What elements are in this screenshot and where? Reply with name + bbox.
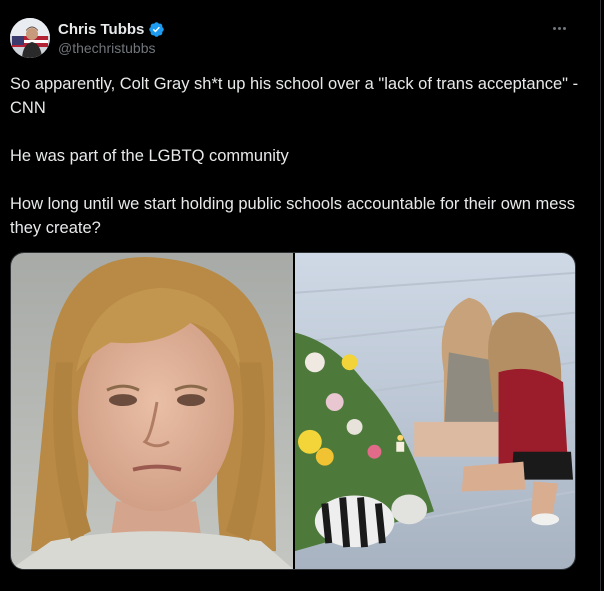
- tweet-paragraph: He was part of the LGBTQ community: [10, 147, 289, 165]
- dot-icon: [562, 26, 566, 30]
- author-handle[interactable]: @thechristubbs: [58, 40, 155, 56]
- memorial-photo-icon: [295, 253, 575, 569]
- mugshot-photo-icon: [11, 253, 293, 569]
- dot-icon: [552, 26, 556, 30]
- author-name-row: Chris Tubbs: [58, 19, 165, 39]
- tweet-body: So apparently, Colt Gray sh*t up his sch…: [10, 72, 585, 240]
- dot-icon: [557, 26, 561, 30]
- user-avatar-icon: [10, 18, 50, 58]
- verified-badge-icon: [148, 21, 165, 38]
- author-display-name[interactable]: Chris Tubbs: [58, 21, 144, 38]
- tweet-paragraph: How long until we start holding public s…: [10, 195, 575, 237]
- timeline-border: [600, 0, 601, 591]
- tweet-card[interactable]: Chris Tubbs @thechristubbs So apparently…: [0, 0, 600, 591]
- mugshot-photo[interactable]: [11, 253, 293, 569]
- tweet-paragraph: So apparently, Colt Gray sh*t up his sch…: [10, 75, 579, 117]
- more-horizontal-icon[interactable]: [548, 20, 570, 36]
- tweet-media[interactable]: [10, 252, 576, 570]
- memorial-photo[interactable]: [295, 253, 575, 569]
- author-avatar[interactable]: [10, 18, 50, 58]
